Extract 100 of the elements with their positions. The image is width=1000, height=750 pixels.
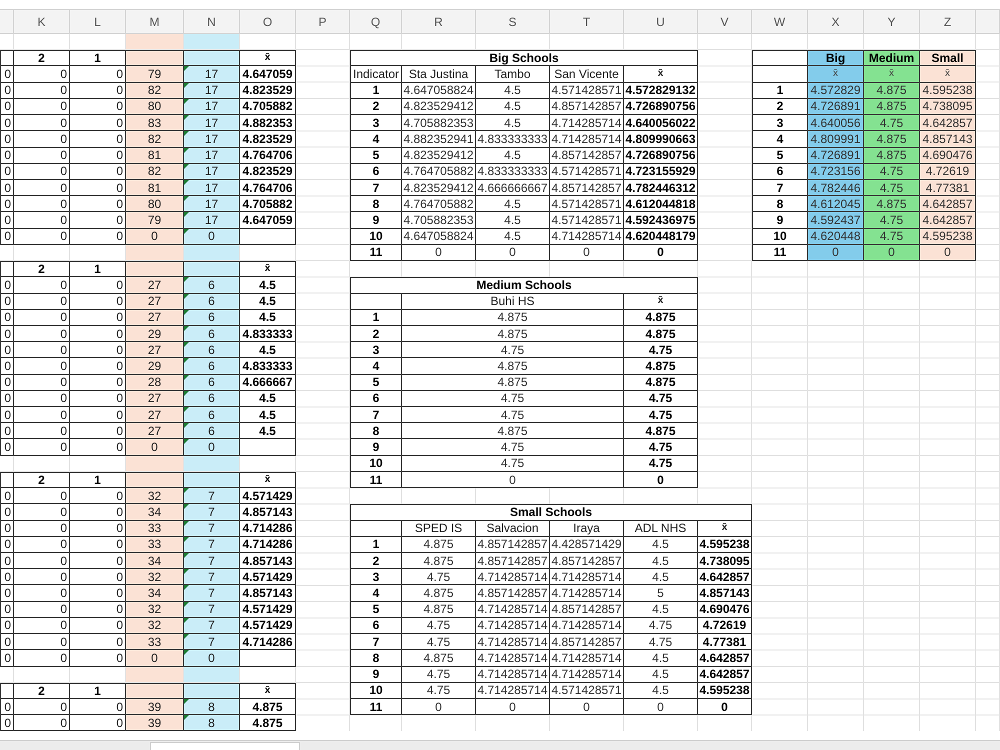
row-label: 6 [350,164,402,180]
table-cell: 6 [184,326,240,342]
table-title: Small Schools [350,504,752,521]
column-header[interactable]: V [698,10,752,34]
table-cell: 4.647058824 [402,82,476,99]
error-flag-icon [184,698,189,704]
table-cell: 4.5 [240,407,296,424]
column-header[interactable] [976,10,1000,34]
column-header[interactable]: O [240,10,296,34]
table-cell: 32 [126,618,184,634]
table-cell: 4.612044818 [624,196,698,212]
table-cell: 0 [14,164,70,180]
table-cell: 4.5 [624,569,698,586]
column-header[interactable]: X [808,10,864,34]
row-label: 6 [350,618,402,634]
column-header[interactable] [0,10,14,34]
table-cell: 4.5 [476,212,550,229]
table-cell: 4.571429 [240,569,296,586]
table-cell: 0 [0,212,14,229]
table-cell: 0 [0,82,14,99]
table-title: Medium Schools [350,277,698,294]
column-header[interactable]: N [184,10,240,34]
table-cell: 6 [184,294,240,310]
table-cell: 0 [0,569,14,586]
column-header[interactable]: Y [864,10,920,34]
column-header[interactable]: S [476,10,550,34]
table-cell: 17 [184,196,240,212]
table-cell: 0 [70,698,126,716]
column-heading: 2 [14,50,70,66]
table-cell: 4.875 [624,310,698,326]
table-cell: 6 [184,423,240,440]
table-cell: 4.833333333 [476,164,550,180]
table-cell: 4.5 [624,682,698,699]
row-label: 10 [350,228,402,245]
table-cell: 4.714285714 [550,585,624,602]
table-cell: 4.75 [624,390,698,408]
error-flag-icon [184,115,189,120]
table-cell: 0 [70,602,126,618]
row-label: 3 [752,115,808,132]
table-cell: 4.764705882 [402,164,476,180]
table-cell: 4.875 [864,131,920,148]
table-cell: 0 [14,698,70,716]
table-cell: 4.705882353 [402,115,476,132]
table-cell: 4.714285714 [550,115,624,132]
table-cell: 0 [698,698,752,716]
table-cell: 4.75 [402,390,624,408]
table-cell: 7 [184,618,240,634]
error-flag-icon [184,212,189,218]
row-label: 8 [752,196,808,212]
table-cell: 79 [126,66,184,83]
table-cell: 82 [126,164,184,180]
table-cell: 0 [126,228,184,245]
table-cell: 27 [126,342,184,358]
table-cell: 4.714285714 [550,650,624,667]
table-cell: 27 [126,407,184,424]
column-header[interactable]: P [296,10,350,34]
table-cell: 0 [14,715,70,732]
table-cell: 4.764706 [240,148,296,164]
table-cell: 0 [0,536,14,553]
error-flag-icon [184,310,189,315]
table-cell: 4.875 [624,374,698,391]
table-cell: 0 [126,650,184,667]
table-cell: 0 [624,472,698,488]
table-cell: 4.764705882 [402,196,476,212]
row-label: 10 [752,228,808,245]
column-header[interactable]: Z [920,10,976,34]
row-label: 1 [350,536,402,553]
table-cell: 0 [0,326,14,342]
table-cell: 0 [0,228,14,245]
error-flag-icon [184,374,189,380]
column-header[interactable]: U [624,10,698,34]
table-cell: 6 [184,407,240,424]
table-cell: 0 [70,180,126,196]
error-flag-icon [184,294,189,298]
table-cell: 4.714285714 [476,602,550,618]
column-header[interactable]: W [752,10,808,34]
sheet-tab[interactable] [150,742,300,750]
row-label: 7 [350,634,402,650]
table-cell: 0 [70,585,126,602]
column-header[interactable]: L [70,10,126,34]
table-cell: 0 [184,650,240,667]
table-cell: 0 [0,358,14,375]
column-header[interactable]: K [14,10,70,34]
table-cell: 0 [476,698,550,716]
table-cell: 4.77381 [698,634,752,650]
table-cell: 0 [70,634,126,650]
table-cell: 4.875 [864,148,920,164]
table-cell: 4.875 [402,326,624,342]
column-header[interactable]: R [402,10,476,34]
table-cell: 4.833333333 [476,131,550,148]
table-cell: 4.75 [864,164,920,180]
row-label: 11 [350,698,402,716]
table-cell: 4.714285714 [476,618,550,634]
column-header[interactable]: T [550,10,624,34]
column-header[interactable]: Q [350,10,402,34]
column-heading: Buhi HS [402,294,624,310]
table-cell: 4.642857 [698,569,752,586]
table-cell: 17 [184,212,240,229]
column-header[interactable]: M [126,10,184,34]
table-cell: 0 [0,634,14,650]
